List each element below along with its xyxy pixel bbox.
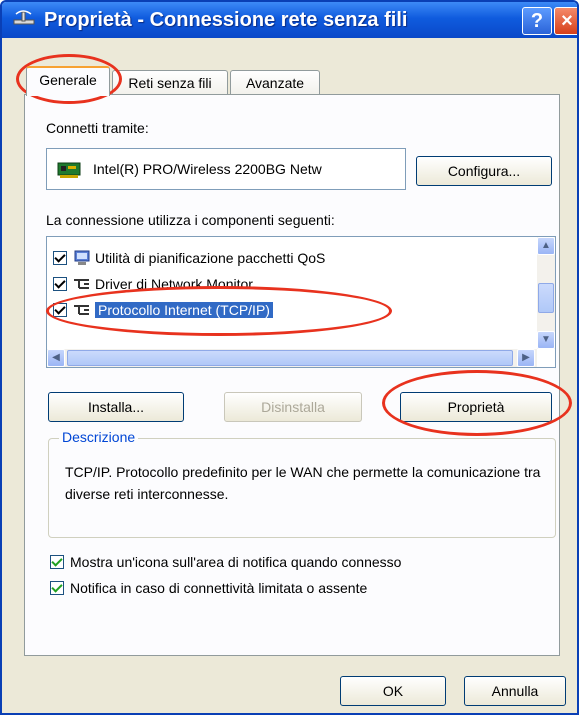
horizontal-scrollbar[interactable]: ◀ ▶ bbox=[47, 349, 537, 367]
description-legend: Descrizione bbox=[59, 429, 139, 445]
properties-button[interactable]: Proprietà bbox=[400, 392, 552, 422]
network-adapter-icon bbox=[57, 162, 81, 178]
uninstall-button-label: Disinstalla bbox=[261, 399, 325, 415]
components-label: La connessione utilizza i componenti seg… bbox=[46, 212, 335, 228]
scroll-left-button[interactable]: ◀ bbox=[47, 349, 65, 367]
scroll-thumb[interactable] bbox=[67, 350, 513, 366]
network-protocol-icon bbox=[74, 279, 89, 289]
ok-button[interactable]: OK bbox=[340, 676, 446, 706]
list-item-selected[interactable]: Protocollo Internet (TCP/IP) bbox=[53, 297, 273, 323]
components-list[interactable]: Utilità di pianificazione pacchetti QoS … bbox=[46, 236, 556, 368]
scroll-up-button[interactable]: ▲ bbox=[537, 237, 555, 255]
list-item[interactable]: Utilità di pianificazione pacchetti QoS bbox=[53, 245, 325, 271]
connect-via-label: Connetti tramite: bbox=[46, 120, 149, 136]
network-connection-icon bbox=[13, 10, 35, 25]
tab-generale[interactable]: Generale bbox=[26, 66, 110, 96]
configure-button[interactable]: Configura... bbox=[416, 156, 552, 186]
description-group: Descrizione TCP/IP. Protocollo predefini… bbox=[48, 429, 556, 538]
properties-button-label: Proprietà bbox=[447, 399, 505, 415]
option-show-icon[interactable]: Mostra un'icona sull'area di notifica qu… bbox=[50, 554, 401, 570]
install-button[interactable]: Installa... bbox=[48, 392, 184, 422]
cancel-button-label: Annulla bbox=[491, 683, 539, 699]
notify-label: Notifica in caso di connettività limitat… bbox=[70, 580, 368, 596]
list-item[interactable]: Driver di Network Monitor bbox=[53, 271, 253, 297]
show-icon-checkbox[interactable] bbox=[50, 555, 64, 569]
component-checkbox[interactable] bbox=[53, 303, 67, 317]
scheduler-icon bbox=[74, 250, 90, 265]
component-label: Protocollo Internet (TCP/IP) bbox=[95, 302, 273, 318]
show-icon-label: Mostra un'icona sull'area di notifica qu… bbox=[70, 554, 402, 570]
description-text: TCP/IP. Protocollo predefinito per le WA… bbox=[65, 464, 541, 502]
notify-checkbox[interactable] bbox=[50, 581, 64, 595]
title-bar[interactable]: Proprietà - Connessione rete senza fili … bbox=[2, 2, 577, 38]
ok-button-label: OK bbox=[382, 683, 404, 699]
option-notify[interactable]: Notifica in caso di connettività limitat… bbox=[50, 580, 367, 596]
scroll-thumb[interactable] bbox=[538, 283, 554, 313]
uninstall-button[interactable]: Disinstalla bbox=[224, 392, 362, 422]
scroll-down-button[interactable]: ▼ bbox=[537, 331, 555, 349]
scroll-right-button[interactable]: ▶ bbox=[517, 349, 535, 367]
component-checkbox[interactable] bbox=[53, 251, 67, 265]
help-button[interactable]: ? bbox=[522, 7, 552, 35]
tab-reti-senza-fili[interactable]: Reti senza fili bbox=[112, 70, 228, 96]
component-label: Driver di Network Monitor bbox=[95, 276, 253, 292]
component-label: Utilità di pianificazione pacchetti QoS bbox=[95, 250, 326, 266]
dialog-window: Proprietà - Connessione rete senza fili … bbox=[0, 0, 579, 715]
adapter-field: Intel(R) PRO/Wireless 2200BG Netw bbox=[46, 148, 406, 190]
vertical-scrollbar[interactable]: ▲ ▼ bbox=[537, 237, 555, 349]
adapter-name: Intel(R) PRO/Wireless 2200BG Netw bbox=[93, 161, 322, 177]
cancel-button[interactable]: Annulla bbox=[464, 676, 566, 706]
network-protocol-icon bbox=[74, 305, 89, 315]
close-button[interactable]: × bbox=[554, 7, 577, 35]
window-title: Proprietà - Connessione rete senza fili bbox=[44, 8, 408, 31]
component-checkbox[interactable] bbox=[53, 277, 67, 291]
install-button-label: Installa... bbox=[87, 399, 145, 415]
configure-button-label: Configura... bbox=[447, 163, 521, 179]
tab-avanzate[interactable]: Avanzate bbox=[230, 70, 320, 96]
